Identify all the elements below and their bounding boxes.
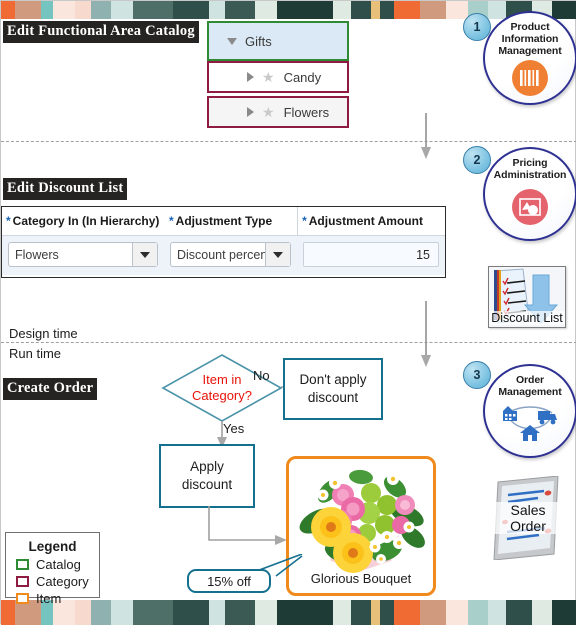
tree-row-candy[interactable]: ★ Candy [207,61,349,93]
required-marker: * [6,214,11,228]
page-title-discount: Edit Discount List [3,178,128,200]
column-header-category: * Category In (In Hierarchy) [6,214,160,228]
artifact-label: Sales Order [492,502,564,535]
artifact-sales-order: Sales Order [492,476,564,560]
item-card-glorious-bouquet[interactable]: Glorious Bouquet [286,456,436,596]
badge-title: Order Management [498,374,562,398]
page-title-catalog: Edit Functional Area Catalog [3,21,199,43]
adjustment-type-select-value: Discount percent [176,247,265,262]
tree-row-label: Flowers [283,104,330,120]
discount-list-table: * Category In (In Hierarchy) * Adjustment … [1,206,446,278]
tree-row-label: Gifts [245,33,272,49]
design-time-label: Design time [9,326,78,341]
legend-swatch-category [16,576,29,587]
step-number-1: 1 [463,13,491,41]
star-icon[interactable]: ★ [262,105,275,119]
required-marker: * [169,214,174,228]
decision-item-in-category: Item in Category? [161,353,283,423]
box-dont-apply-discount: Don't apply discount [283,358,383,420]
badge-title: Product Information Management [498,21,562,57]
legend-item-catalog: Catalog [16,557,89,572]
arrow-apply-to-item [208,506,287,545]
tree-row-label: Candy [283,69,322,85]
column-header-adjustment-type: * Adjustment Type [169,214,273,228]
legend-item-category: Category [16,574,89,589]
barcode-icon [512,60,548,97]
divider-after-catalog [1,141,576,142]
category-select[interactable]: Flowers [8,242,158,267]
legend-label: Category [36,574,89,589]
badge-pricing-administration: Pricing Administration [483,147,576,241]
badge-title: Pricing Administration [493,157,567,181]
legend-item-item: Item [16,591,89,606]
page-title-create-order: Create Order [3,378,98,400]
step-number-2: 2 [463,146,491,174]
legend-label: Catalog [36,557,81,572]
chevron-down-icon[interactable] [264,243,290,266]
legend-title: Legend [28,539,77,554]
twisty-right-icon[interactable] [247,72,254,82]
chevron-down-icon[interactable] [131,243,157,266]
item-caption: Glorious Bouquet [310,571,412,586]
column-header-adjustment-amount: * Adjustment Amount [297,207,445,235]
supply-chain-icon [503,405,557,441]
tree-row-flowers[interactable]: ★ Flowers [207,96,349,128]
badge-product-information-management: Product Information Management [483,11,576,105]
category-select-value: Flowers [15,247,59,262]
box-apply-discount: Apply discount [159,444,255,508]
required-marker: * [302,214,307,228]
legend-label: Item [36,591,62,606]
callout-discount-applied: 15% off [187,569,271,593]
badge-order-management: Order Management [483,364,576,458]
diagram-canvas: Edit Functional Area Catalog Gifts ★ Can… [1,1,576,625]
arrow-discount-to-order [421,301,431,367]
tree-row-gifts[interactable]: Gifts [207,21,349,61]
divider-design-run-time [1,342,576,343]
twisty-right-icon[interactable] [247,107,254,117]
run-time-label: Run time [9,346,62,361]
legend-swatch-item [16,593,29,604]
bouquet-image [299,469,425,573]
table-header-row: * Category In (In Hierarchy) * Adjustment … [2,207,445,236]
edge-label-no: No [253,368,270,383]
artifact-discount-list: Discount List [488,266,566,328]
pricing-tag-icon [512,188,548,225]
arrow-catalog-to-discount [421,113,431,159]
table-row: Flowers Discount percent 15 [2,236,445,275]
artifact-label: Discount List [489,311,565,325]
step-number-3: 3 [463,361,491,389]
adjustment-amount-input[interactable]: 15 [302,242,439,267]
star-icon[interactable]: ★ [262,70,275,84]
legend: Legend Catalog Category Item [5,532,100,606]
adjustment-type-select[interactable]: Discount percent [169,242,291,267]
decision-label: Item in Category? [192,371,252,403]
twisty-down-icon[interactable] [227,37,237,45]
decorative-band-top [1,1,576,19]
legend-swatch-catalog [16,559,29,570]
edge-label-yes: Yes [223,421,245,436]
